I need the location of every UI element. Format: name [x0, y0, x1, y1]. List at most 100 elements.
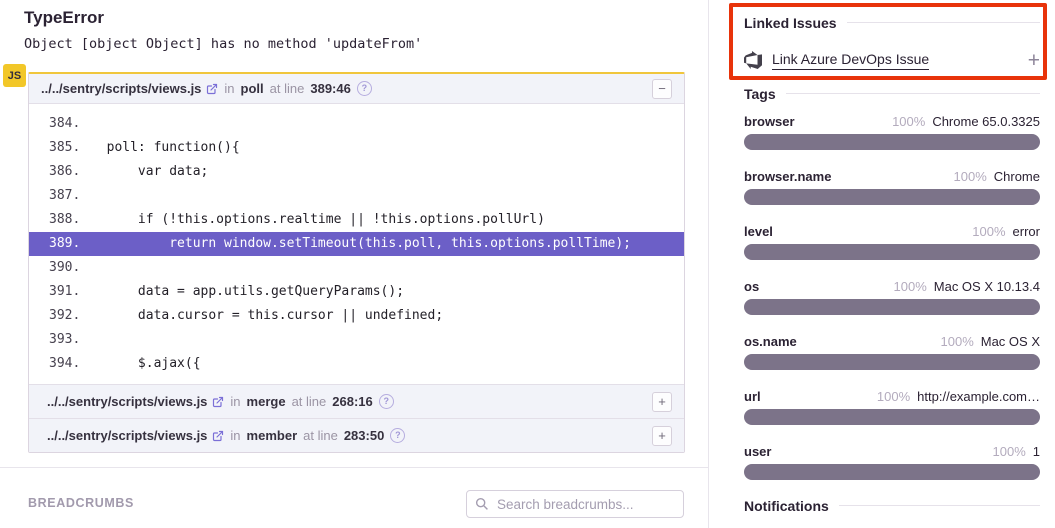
section-divider — [0, 467, 708, 468]
in-label: in — [230, 428, 240, 443]
line-number: 394. — [49, 352, 80, 376]
tag-key[interactable]: url — [744, 389, 761, 404]
code-text: if (!this.options.realtime || !this.opti… — [44, 208, 684, 232]
expand-frame-button[interactable]: + — [652, 426, 672, 446]
tag-row: os.name 100% Mac OS X — [744, 334, 1040, 370]
tag-percent: 100% — [894, 279, 927, 294]
at-line-label: at line — [292, 394, 327, 409]
tag-row: url 100% http://example.com… — [744, 389, 1040, 425]
at-line-label: at line — [303, 428, 338, 443]
code-text: var data; — [44, 160, 684, 184]
line-number: 387. — [49, 184, 80, 208]
code-line: 393. — [29, 328, 684, 352]
code-text: return window.setTimeout(this.poll, this… — [44, 232, 684, 256]
tag-row: browser100%Chrome 65.0.3325 — [744, 114, 1040, 150]
tag-key[interactable]: os.name — [744, 334, 797, 349]
tag-row: os 100% Mac OS X 10.13.4 — [744, 279, 1040, 315]
expand-frame-button[interactable]: + — [652, 392, 672, 412]
tag-key[interactable]: user — [744, 444, 771, 459]
external-link-icon[interactable] — [206, 83, 218, 95]
breadcrumbs-search[interactable] — [466, 490, 684, 518]
stack-frame-poll[interactable]: ../../sentry/scripts/views.js in poll at… — [29, 74, 684, 104]
search-input[interactable] — [495, 496, 675, 513]
code-line: 394. $.ajax({ — [29, 352, 684, 376]
tag-label-row: browser100%Chrome 65.0.3325 — [744, 114, 1040, 130]
linked-issues-row: Link Azure DevOps Issue + — [744, 48, 1040, 72]
add-linked-issue-icon[interactable]: + — [1028, 50, 1040, 71]
tag-distribution-bar[interactable] — [744, 464, 1040, 480]
tag-key[interactable]: browser — [744, 114, 795, 129]
tag-percent: 100% — [972, 224, 1005, 239]
external-link-icon[interactable] — [212, 396, 224, 408]
code-text: data.cursor = this.cursor || undefined; — [44, 304, 684, 328]
code-line: 391. data = app.utils.getQueryParams(); — [29, 280, 684, 304]
code-line: 392. data.cursor = this.cursor || undefi… — [29, 304, 684, 328]
tag-row: user 100% 1 — [744, 444, 1040, 480]
tag-distribution-bar[interactable] — [744, 244, 1040, 260]
frame-function: poll — [241, 81, 264, 96]
line-number: 392. — [49, 304, 80, 328]
collapse-frame-button[interactable]: − — [652, 79, 672, 99]
frame-file-path[interactable]: ../../sentry/scripts/views.js — [41, 81, 201, 96]
tag-value[interactable]: error — [1013, 224, 1040, 239]
tag-value[interactable]: Chrome 65.0.3325 — [932, 114, 1040, 129]
page-title: TypeError — [24, 8, 104, 28]
tag-distribution-bar[interactable] — [744, 354, 1040, 370]
line-number: 388. — [49, 208, 80, 232]
tag-distribution-bar[interactable] — [744, 189, 1040, 205]
stack-trace-panel: ../../sentry/scripts/views.js in poll at… — [28, 72, 685, 453]
tag-list: browser100%Chrome 65.0.3325browser.name1… — [744, 114, 1040, 480]
code-line: 387. — [29, 184, 684, 208]
sidebar: Linked Issues Link Azure DevOps Issue + … — [708, 0, 1055, 528]
tag-value[interactable]: http://example.com… — [917, 389, 1040, 404]
tag-value[interactable]: Mac OS X 10.13.4 — [934, 279, 1040, 294]
code-line: 384. — [29, 112, 684, 136]
help-icon[interactable]: ? — [390, 428, 405, 443]
code-line: 389. return window.setTimeout(this.poll,… — [29, 232, 684, 256]
line-number: 390. — [49, 256, 80, 280]
stack-frame-member[interactable]: ../../sentry/scripts/views.js in member … — [29, 418, 684, 452]
error-message: Object [object Object] has no method 'up… — [24, 36, 422, 52]
code-text: poll: function(){ — [44, 136, 684, 160]
line-number: 384. — [49, 112, 80, 136]
in-label: in — [230, 394, 240, 409]
tag-label-row: level 100% error — [744, 224, 1040, 240]
tag-label-row: user 100% 1 — [744, 444, 1040, 460]
frame-file-path[interactable]: ../../sentry/scripts/views.js — [47, 428, 207, 443]
line-number: 389. — [49, 232, 80, 256]
tag-distribution-bar[interactable] — [744, 134, 1040, 150]
tag-row: browser.name 100% Chrome — [744, 169, 1040, 205]
help-icon[interactable]: ? — [357, 81, 372, 96]
at-line-label: at line — [270, 81, 305, 96]
tag-key[interactable]: browser.name — [744, 169, 831, 184]
tag-distribution-bar[interactable] — [744, 299, 1040, 315]
tag-value[interactable]: Mac OS X — [981, 334, 1040, 349]
frame-file-path[interactable]: ../../sentry/scripts/views.js — [47, 394, 207, 409]
help-icon[interactable]: ? — [379, 394, 394, 409]
line-number: 385. — [49, 136, 80, 160]
tag-label-row: url 100% http://example.com… — [744, 389, 1040, 405]
line-number: 393. — [49, 328, 80, 352]
frame-line-number: 389:46 — [310, 81, 350, 96]
search-icon — [475, 497, 489, 511]
tag-key[interactable]: os — [744, 279, 759, 294]
tag-key[interactable]: level — [744, 224, 773, 239]
tag-value[interactable]: 1 — [1033, 444, 1040, 459]
tag-percent: 100% — [954, 169, 987, 184]
tag-label-row: os.name 100% Mac OS X — [744, 334, 1040, 350]
tag-row: level 100% error — [744, 224, 1040, 260]
external-link-icon[interactable] — [212, 430, 224, 442]
link-azure-devops-issue-link[interactable]: Link Azure DevOps Issue — [772, 51, 929, 70]
tag-value[interactable]: Chrome — [994, 169, 1040, 184]
tag-percent: 100% — [993, 444, 1026, 459]
stack-frame-merge[interactable]: ../../sentry/scripts/views.js in merge a… — [29, 385, 684, 418]
code-line: 388. if (!this.options.realtime || !this… — [29, 208, 684, 232]
tag-percent: 100% — [877, 389, 910, 404]
code-context: 384.385. poll: function(){386. var data;… — [29, 104, 684, 385]
azure-devops-icon — [744, 51, 762, 69]
line-number: 391. — [49, 280, 80, 304]
frame-function: merge — [247, 394, 286, 409]
tag-label-row: os 100% Mac OS X 10.13.4 — [744, 279, 1040, 295]
tag-distribution-bar[interactable] — [744, 409, 1040, 425]
tag-percent: 100% — [941, 334, 974, 349]
